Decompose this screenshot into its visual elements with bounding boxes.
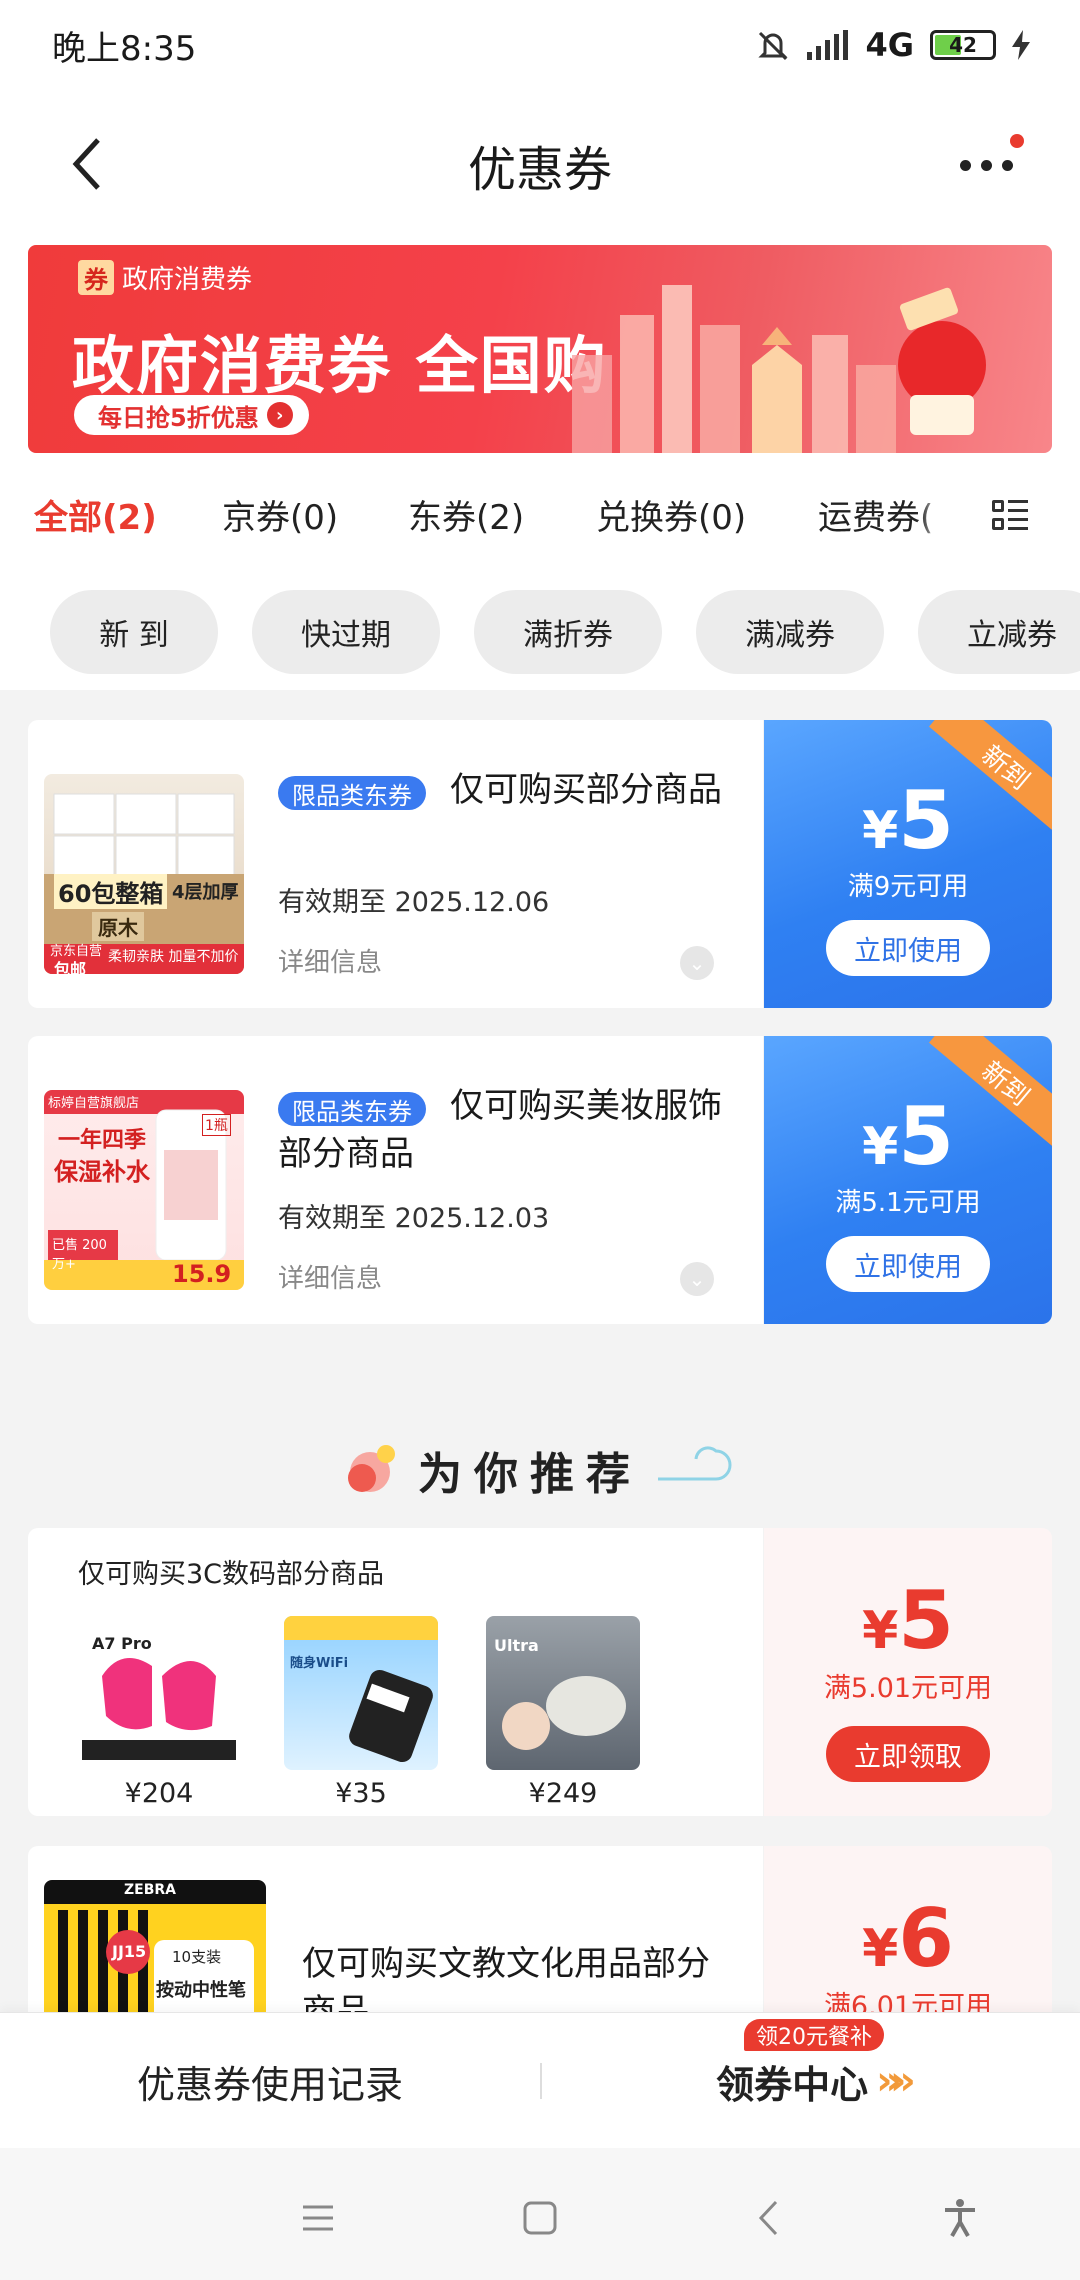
- tab-exchange-coupon[interactable]: 兑换券(0): [596, 490, 746, 539]
- coupon-amount: ¥6: [862, 1892, 954, 1985]
- gov-coupon-banner[interactable]: 券 政府消费券 政府消费券 全国购 每日抢5折优惠 ›: [28, 245, 1052, 453]
- product-item[interactable]: A7 Pro ¥204: [82, 1616, 236, 1809]
- product-price: ¥35: [335, 1778, 387, 1809]
- tab-all[interactable]: 全部(2): [34, 490, 157, 539]
- system-nav-bar: [0, 2148, 1080, 2280]
- chip-discount[interactable]: 满折券: [474, 590, 662, 674]
- title-bar: 优惠券: [0, 90, 1080, 240]
- accessibility-icon: [945, 2199, 975, 2237]
- coupon-type-tabs: 全部(2) 京券(0) 东券(2) 兑换券(0) 运费券(: [0, 460, 1080, 570]
- product-thumbnail: 60包整箱 4层加厚 原木 柔韧亲肤 加量不加价 京东自营 包邮: [44, 774, 244, 974]
- product-thumbnail: 标婷自营旗舰店 一年四季 保湿补水 已售 200万+ 15.9 1瓶: [44, 1090, 244, 1290]
- banner-headline: 政府消费券 全国购: [72, 329, 608, 402]
- product-price: ¥249: [528, 1778, 598, 1809]
- chevron-down-icon[interactable]: ⌄: [680, 1262, 714, 1296]
- cloud-decoration-icon: [658, 1446, 732, 1481]
- router-image: 随身WiFi: [284, 1616, 438, 1770]
- notification-dot: [1010, 134, 1024, 148]
- tab-jd-coupon[interactable]: 京券(0): [222, 490, 338, 539]
- chip-expiring[interactable]: 快过期: [252, 590, 440, 674]
- chevron-right-icon: ›: [266, 402, 293, 428]
- recommend-description: 仅可购买3C数码部分商品: [78, 1559, 385, 1590]
- coupon-card[interactable]: 60包整箱 4层加厚 原木 柔韧亲肤 加量不加价 京东自营 包邮 限品类东券 仅…: [28, 720, 1052, 1008]
- meal-subsidy-badge: 领20元餐补: [744, 2019, 884, 2051]
- coupon-amount: ¥5: [862, 1574, 954, 1667]
- product-price: ¥204: [124, 1778, 194, 1809]
- recommend-title: 为你推荐: [418, 1449, 642, 1500]
- recommend-info: 仅可购买3C数码部分商品 A7 Pro ¥204 随身WiFi ¥35 Ultr…: [28, 1528, 763, 1816]
- more-button[interactable]: [960, 134, 1030, 190]
- signal-icon: [807, 30, 849, 60]
- coupon-value-panel: 新到 ¥5 满9元可用 立即使用: [764, 720, 1052, 1008]
- coupon-card[interactable]: 标婷自营旗舰店 一年四季 保湿补水 已售 200万+ 15.9 1瓶 限品类东券…: [28, 1036, 1052, 1324]
- home-nav-button[interactable]: [510, 2188, 570, 2248]
- heart-decoration-icon: [348, 1445, 395, 1492]
- coupon-amount: ¥5: [862, 774, 954, 867]
- battery-icon: 42: [930, 30, 996, 60]
- tab-shipping-coupon[interactable]: 运费券(: [818, 490, 933, 539]
- chip-instant-reduction[interactable]: 立减券: [918, 590, 1080, 674]
- status-time: 晚上8:35: [52, 28, 197, 69]
- product-item[interactable]: Ultra ¥249: [486, 1616, 640, 1809]
- more-dots-icon: [960, 159, 971, 171]
- recommend-coupon-card[interactable]: 仅可购买3C数码部分商品 A7 Pro ¥204 随身WiFi ¥35 Ultr…: [28, 1528, 1052, 1816]
- tab-dong-coupon[interactable]: 东券(2): [408, 490, 524, 539]
- use-now-button[interactable]: 立即使用: [826, 920, 990, 976]
- recommend-value-panel: ¥5 满5.01元可用 立即领取: [764, 1528, 1052, 1816]
- banner-section: 券 政府消费券 政府消费券 全国购 每日抢5折优惠 ›: [0, 240, 1080, 460]
- chevron-down-icon[interactable]: ⌄: [680, 946, 714, 980]
- detail-link[interactable]: 详细信息: [278, 1258, 382, 1295]
- menu-icon: [303, 2205, 333, 2231]
- coupon-amount: ¥5: [862, 1090, 954, 1183]
- use-now-button[interactable]: 立即使用: [826, 1236, 990, 1292]
- coupon-description: 仅可购买美妆服饰部分商品: [278, 1086, 722, 1174]
- coupon-records-button[interactable]: 优惠券使用记录: [0, 2013, 540, 2149]
- mute-bell-icon: [758, 31, 789, 61]
- expiry-date: 有效期至 2025.12.03: [278, 1203, 550, 1234]
- mouse-image: A7 Pro: [82, 1616, 236, 1770]
- chip-full-reduction[interactable]: 满减券: [696, 590, 884, 674]
- network-type: 4G: [865, 26, 914, 64]
- back-button[interactable]: [56, 128, 116, 200]
- earbuds-image: Ultra: [486, 1616, 640, 1770]
- recommend-heading: 为你推荐: [0, 1420, 1080, 1520]
- coupon-condition: 满5.1元可用: [835, 1188, 981, 1218]
- claim-now-button[interactable]: 立即领取: [826, 1726, 990, 1782]
- coupon-info: 60包整箱 4层加厚 原木 柔韧亲肤 加量不加价 京东自营 包邮 限品类东券 仅…: [28, 720, 763, 1008]
- coupon-badge-icon: 券: [78, 260, 114, 295]
- bottom-action-bar: 优惠券使用记录 领券中心 »» 领20元餐补: [0, 2012, 1080, 2148]
- status-bar: 晚上8:35 4G 42: [0, 0, 1080, 90]
- banner-cta-button[interactable]: 每日抢5折优惠 ›: [74, 395, 309, 435]
- double-chevron-right-icon: »»: [876, 2058, 916, 2104]
- coupon-info: 标婷自营旗舰店 一年四季 保湿补水 已售 200万+ 15.9 1瓶 限品类东券…: [28, 1036, 763, 1324]
- home-square-icon: [523, 2201, 557, 2235]
- coupon-condition: 满5.01元可用: [823, 1673, 993, 1704]
- page-title: 优惠券: [467, 142, 612, 198]
- tab-menu-button[interactable]: [940, 468, 1080, 564]
- product-item[interactable]: 随身WiFi ¥35: [284, 1616, 438, 1809]
- detail-link[interactable]: 详细信息: [278, 942, 382, 979]
- coupon-condition: 满9元可用: [847, 872, 969, 902]
- menu-nav-button[interactable]: [288, 2188, 348, 2248]
- filter-chips: 新 到 快过期 满折券 满减券 立减券: [0, 570, 1080, 690]
- chevron-left-icon: [72, 138, 100, 190]
- chip-new[interactable]: 新 到: [50, 590, 218, 674]
- charging-icon: [1012, 30, 1030, 60]
- expiry-date: 有效期至 2025.12.06: [278, 887, 550, 918]
- list-grid-icon: [992, 500, 1028, 532]
- status-icons: 4G 42: [755, 26, 1030, 64]
- back-nav-button[interactable]: [738, 2188, 798, 2248]
- coupon-value-panel: 新到 ¥5 满5.1元可用 立即使用: [764, 1036, 1052, 1324]
- banner-tag: 券 政府消费券: [78, 259, 252, 296]
- coupon-description: 仅可购买部分商品: [450, 770, 722, 810]
- back-nav-icon: [758, 2200, 778, 2236]
- accessibility-button[interactable]: [930, 2188, 990, 2248]
- city-skyline-illustration: [572, 285, 986, 453]
